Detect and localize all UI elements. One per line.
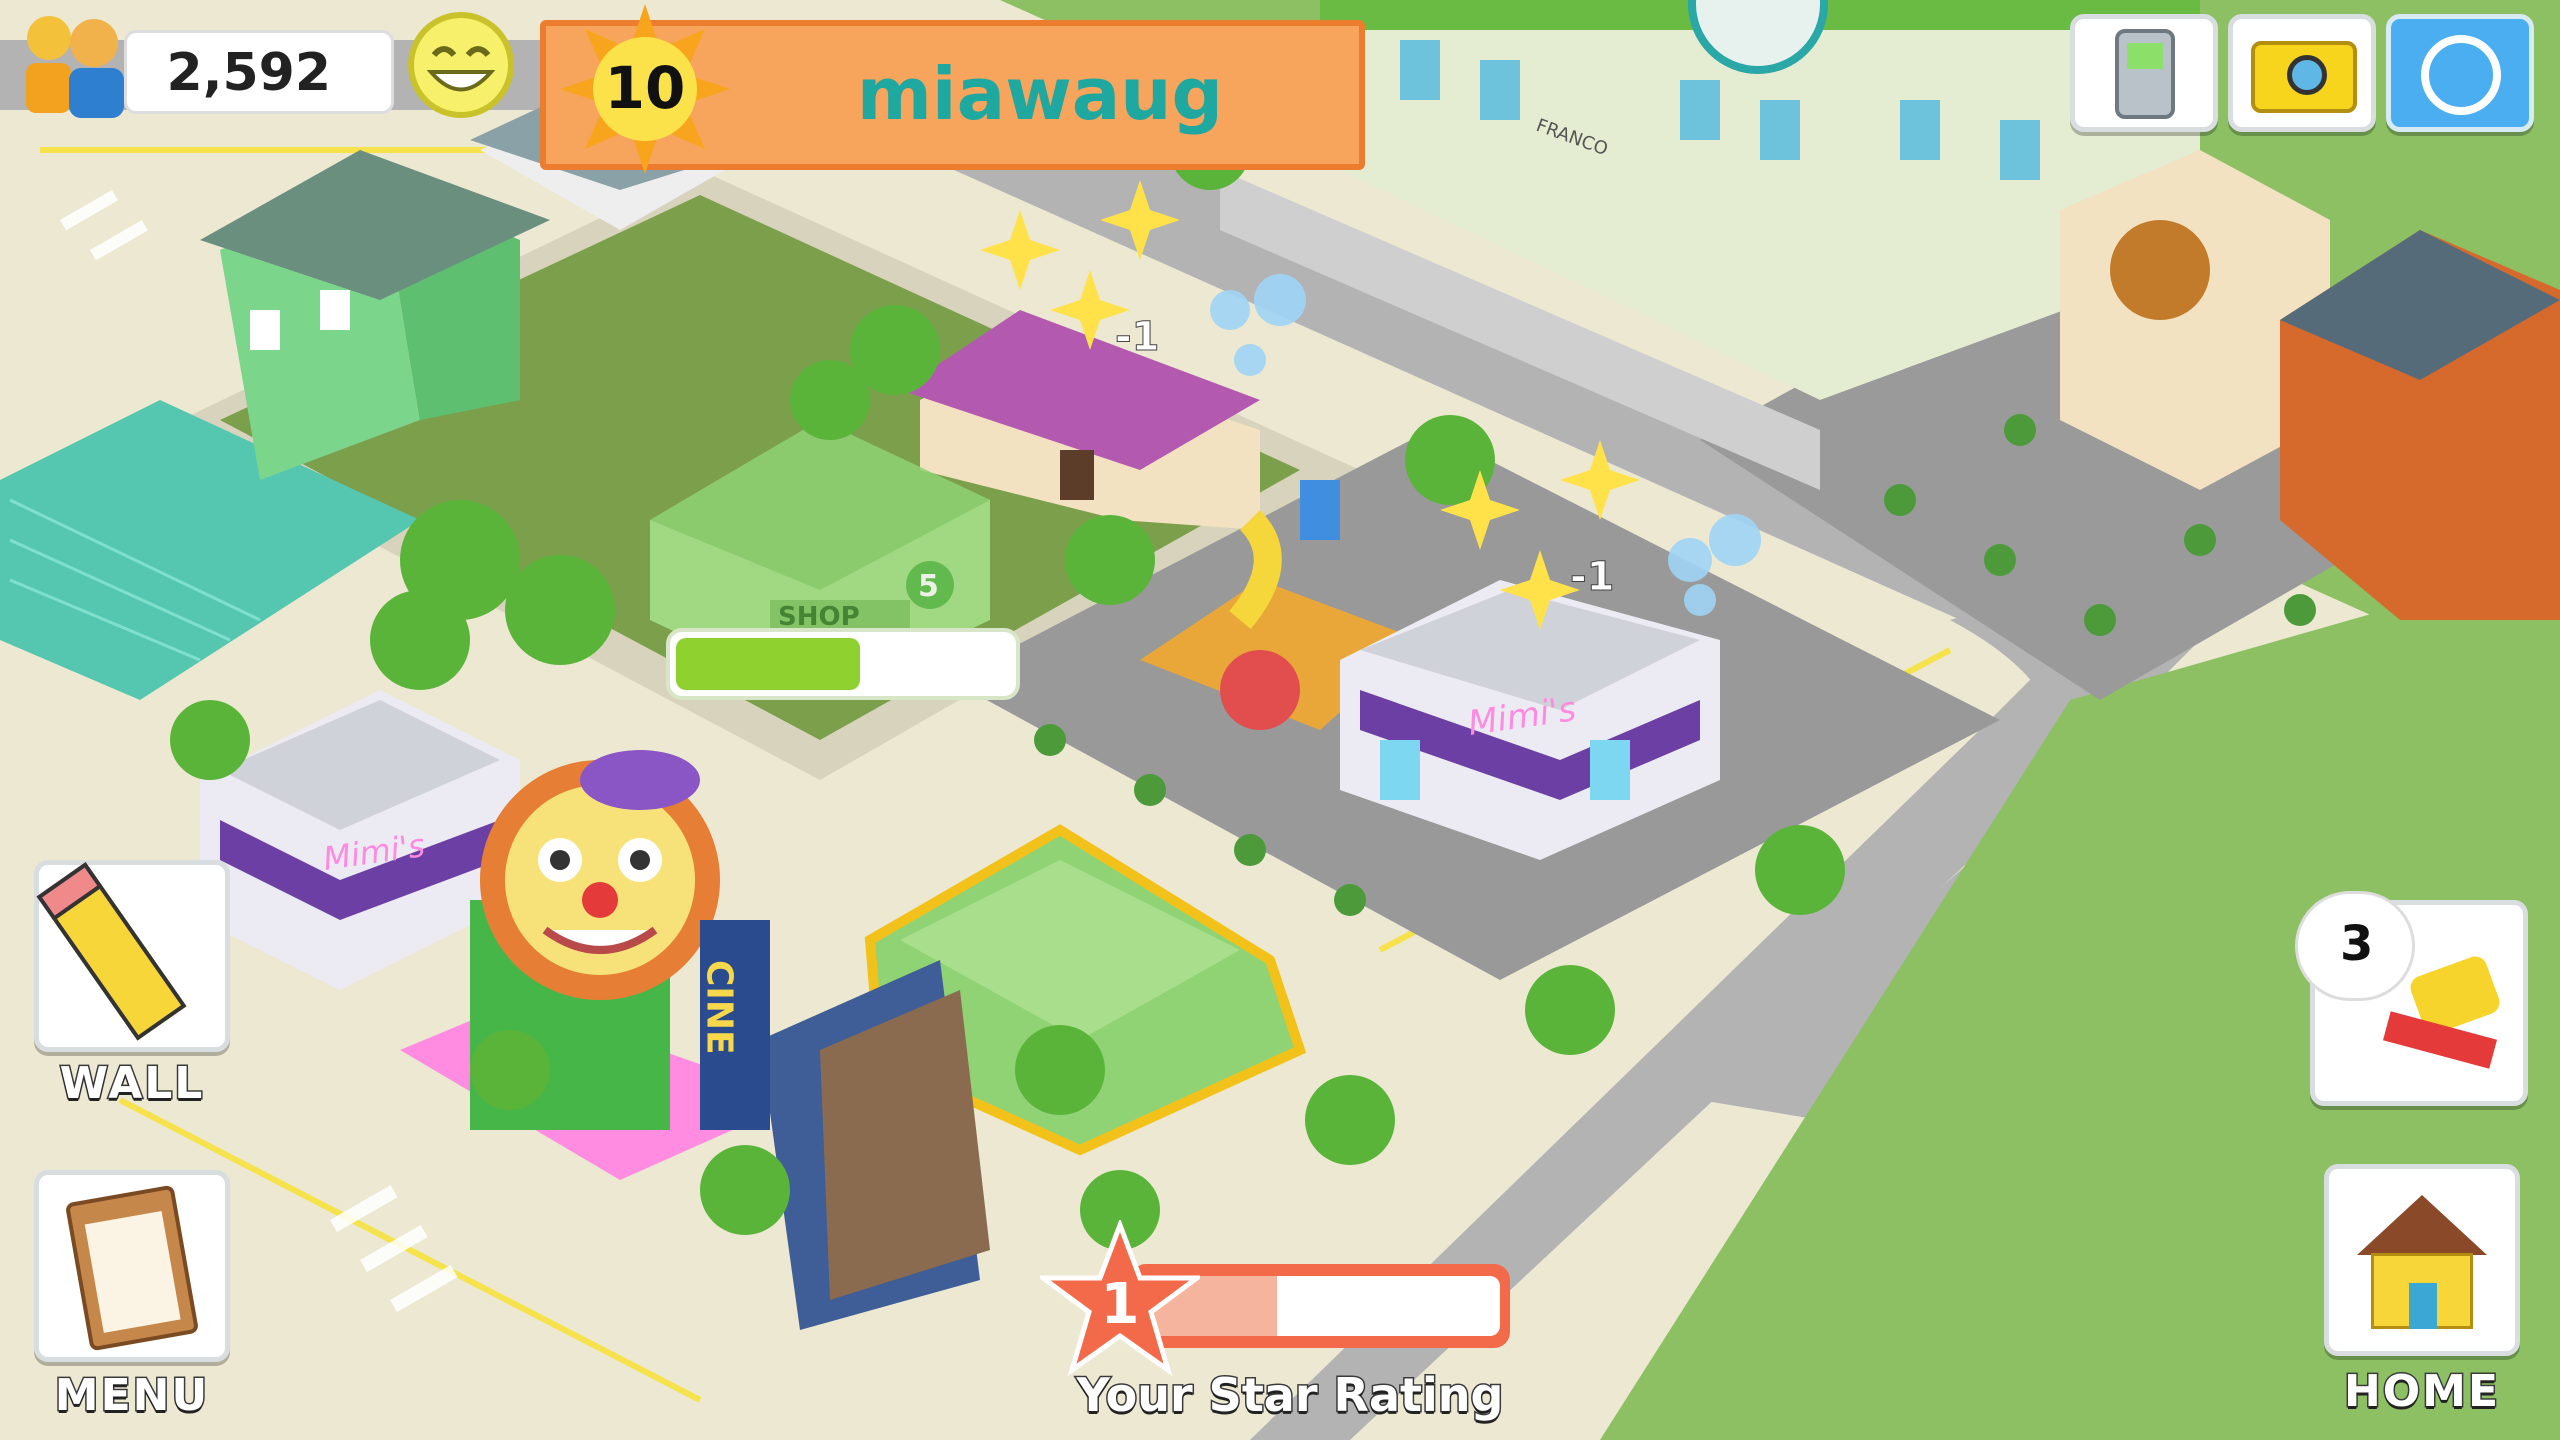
house-icon [2357,1195,2487,1335]
floating-text-2: -1 [1570,554,1614,600]
camera-icon [2251,41,2357,113]
quest-clipboard-icon[interactable] [1688,0,1828,76]
population-value: 2,592 [166,43,331,103]
home-button[interactable] [2324,1164,2520,1356]
player-banner[interactable]: 10 miawaug [540,4,1365,174]
cinema-sign: CINE [699,960,740,1055]
refresh-button[interactable] [2386,14,2534,132]
smiley-face-icon[interactable] [406,10,516,120]
cleanup-button[interactable]: 3 [2295,891,2528,1106]
star-rating-value: 1 [1100,1272,1140,1337]
star-rating-label: Your Star Rating [1075,1367,1505,1424]
population-box: 2,592 [124,30,394,114]
camera-button[interactable] [2228,14,2376,132]
people-icon [14,8,134,120]
floating-text-1: -1 [1115,314,1159,360]
shop-number: 5 [918,569,939,604]
refresh-icon [2421,35,2501,115]
home-label: HOME [2342,1365,2501,1419]
mobile-phone-icon [2115,29,2175,119]
pencil-icon [36,862,187,1041]
clipboard-icon [64,1184,200,1352]
construction-progress-bar [666,628,1020,700]
shop-sign: SHOP [778,602,860,632]
player-name: miawaug [856,52,1224,136]
sponge-mop-icon [2382,953,2505,1075]
wall-label: WALL [58,1057,205,1111]
level-value: 10 [604,54,686,122]
wall-button[interactable] [34,860,230,1052]
menu-button[interactable] [34,1170,230,1362]
star-rating-widget[interactable]: 1 Your Star Rating [1035,1217,1520,1440]
menu-label: MENU [53,1369,210,1423]
population-counter: 2,592 [14,8,394,120]
cleanup-count: 3 [2340,916,2374,972]
phone-button[interactable] [2070,14,2218,132]
